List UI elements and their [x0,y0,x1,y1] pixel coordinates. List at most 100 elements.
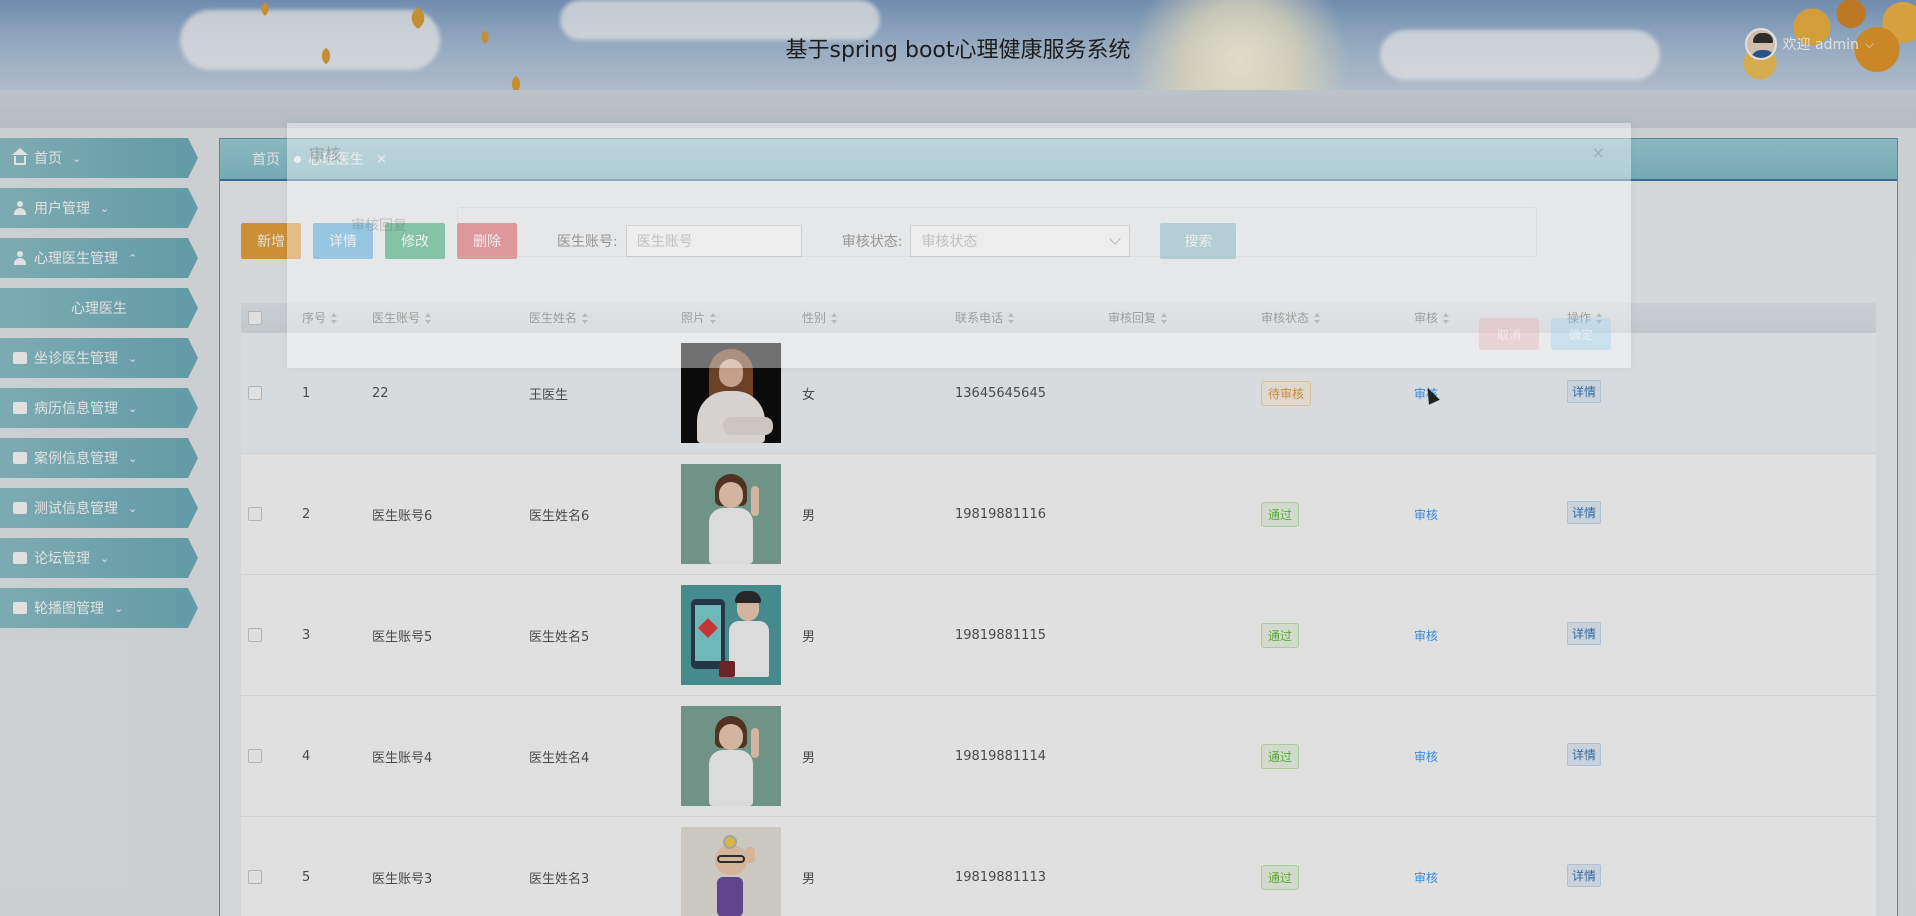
doctor-photo[interactable] [681,585,781,685]
cell-gender: 男 [802,508,816,524]
cell-no: 5 [302,869,311,885]
sidebar: 首页 ⌄ 用户管理 ⌄ 心理医生管理 ⌃ 心理医生 坐诊医生管理 ⌄ 病历信息管… [0,138,200,638]
status-badge: 通过 [1261,622,1300,648]
chevron-down-icon: ⌄ [128,451,138,465]
cell-no: 1 [302,385,311,401]
review-link[interactable]: 审核 [1414,748,1438,765]
table-row[interactable]: 4 医生账号4 医生姓名4 男 19819881114 通过 审核 详情 [241,696,1876,817]
doctor-photo[interactable] [681,464,781,564]
cell-no: 3 [302,627,311,643]
sidebar-item-label: 心理医生管理 [34,251,118,267]
cell-gender: 男 [802,871,816,887]
table-row[interactable]: 5 医生账号3 医生姓名3 男 19819881113 通过 审核 详情 [241,817,1876,916]
status-badge: 待审核 [1261,380,1312,406]
cell-account: 医生账号4 [372,750,433,766]
cell-account: 22 [372,385,389,401]
row-checkbox[interactable] [248,386,262,400]
row-detail-button[interactable]: 详情 [1567,621,1602,645]
row-checkbox[interactable] [248,749,262,763]
status-badge: 通过 [1261,864,1300,890]
table-row[interactable]: 3 医生账号5 医生姓名5 男 19819881115 通过 审核 详情 [241,575,1876,696]
close-icon[interactable]: × [1592,143,1605,162]
avatar [1744,28,1777,60]
folder-icon [12,601,28,615]
dialog-reply-label: 审核回复 [351,218,407,234]
sidebar-item-label: 测试信息管理 [34,501,118,517]
review-link[interactable]: 审核 [1414,627,1438,644]
chart-icon [12,501,28,515]
user-icon [12,251,28,265]
sidebar-item-label: 病历信息管理 [34,401,118,417]
review-link[interactable]: 审核 [1414,506,1438,523]
briefcase-icon [12,351,28,365]
chevron-down-icon: ⌄ [128,401,138,415]
sidebar-item-forum-management[interactable]: 论坛管理 ⌄ [0,538,198,578]
sidebar-item-user-management[interactable]: 用户管理 ⌄ [0,188,198,228]
sidebar-item-case-management[interactable]: 案例信息管理 ⌄ [0,438,198,478]
leaf-decoration [507,75,525,90]
chevron-down-icon: ⌄ [128,351,138,365]
row-detail-button[interactable]: 详情 [1567,863,1602,887]
page-title: 基于spring boot心理健康服务系统 [785,38,1131,63]
chevron-down-icon: ⌄ [100,551,110,565]
chevron-down-icon: ⌄ [100,201,110,215]
chevron-down-icon: ⌄ [114,601,124,615]
cell-account: 医生账号3 [372,871,433,887]
cell-phone: 19819881115 [955,627,1046,643]
sidebar-item-carousel-management[interactable]: 轮播图管理 ⌄ [0,588,198,628]
sidebar-item-label: 首页 [34,151,62,167]
chevron-down-icon: ⌵ [1864,36,1874,51]
chevron-up-icon: ⌃ [128,251,138,265]
sidebar-item-medical-record-management[interactable]: 病历信息管理 ⌄ [0,388,198,428]
row-checkbox[interactable] [248,870,262,884]
welcome-text: 欢迎 admin [1782,37,1859,53]
review-link[interactable]: 审核 [1414,869,1438,886]
psychologist-table: 序号 医生账号 医生姓名 照片 性别 联系电话 审核回复 审核状态 审核 操作 … [241,303,1876,916]
sidebar-item-label: 案例信息管理 [34,451,118,467]
sidebar-item-label: 轮播图管理 [34,601,104,617]
status-badge: 通过 [1261,743,1300,769]
doctor-photo[interactable] [681,706,781,806]
cell-account: 医生账号5 [372,629,433,645]
row-checkbox[interactable] [248,507,262,521]
sidebar-item-label: 坐诊医生管理 [34,351,118,367]
cell-phone: 13645645645 [955,385,1046,401]
user-menu[interactable]: 欢迎 admin ⌵ [1744,28,1874,60]
sidebar-item-clinic-doctor-management[interactable]: 坐诊医生管理 ⌄ [0,338,198,378]
row-checkbox[interactable] [248,628,262,642]
sidebar-item-label: 心理医生 [71,301,127,317]
sidebar-item-psychologist-management[interactable]: 心理医生管理 ⌃ [0,238,198,278]
row-detail-button[interactable]: 详情 [1567,500,1602,524]
table-row[interactable]: 2 医生账号6 医生姓名6 男 19819881116 通过 审核 详情 [241,454,1876,575]
cancel-button[interactable]: 取消 [1479,318,1539,350]
cell-name: 王医生 [529,387,569,403]
status-badge: 通过 [1261,501,1300,527]
chevron-down-icon: ⌄ [128,501,138,515]
cell-name: 医生姓名6 [529,508,590,524]
tab-home[interactable]: 首页 [252,149,280,169]
cell-gender: 男 [802,750,816,766]
home-icon [12,147,28,165]
confirm-button[interactable]: 确定 [1551,318,1611,350]
cell-gender: 男 [802,629,816,645]
folder-icon [12,401,28,415]
sidebar-item-home[interactable]: 首页 ⌄ [0,138,198,178]
row-detail-button[interactable]: 详情 [1567,379,1602,403]
cell-no: 2 [302,506,311,522]
select-all-checkbox[interactable] [248,310,262,325]
review-reply-textarea[interactable] [457,207,1537,257]
sidebar-subitem-psychologist[interactable]: 心理医生 [0,288,198,328]
user-icon [12,201,28,215]
dialog-title: 审核 [309,145,342,164]
cell-account: 医生账号6 [372,508,433,524]
cell-name: 医生姓名4 [529,750,590,766]
review-dialog: 审核 × 审核回复 取消 确定 [287,123,1631,368]
doctor-photo[interactable] [681,827,781,916]
cell-name: 医生姓名5 [529,629,590,645]
sidebar-item-test-management[interactable]: 测试信息管理 ⌄ [0,488,198,528]
chevron-down-icon: ⌄ [72,151,82,165]
sidebar-item-label: 论坛管理 [34,551,90,567]
cell-phone: 19819881116 [955,506,1046,522]
row-detail-button[interactable]: 详情 [1567,742,1602,766]
cell-no: 4 [302,748,311,764]
